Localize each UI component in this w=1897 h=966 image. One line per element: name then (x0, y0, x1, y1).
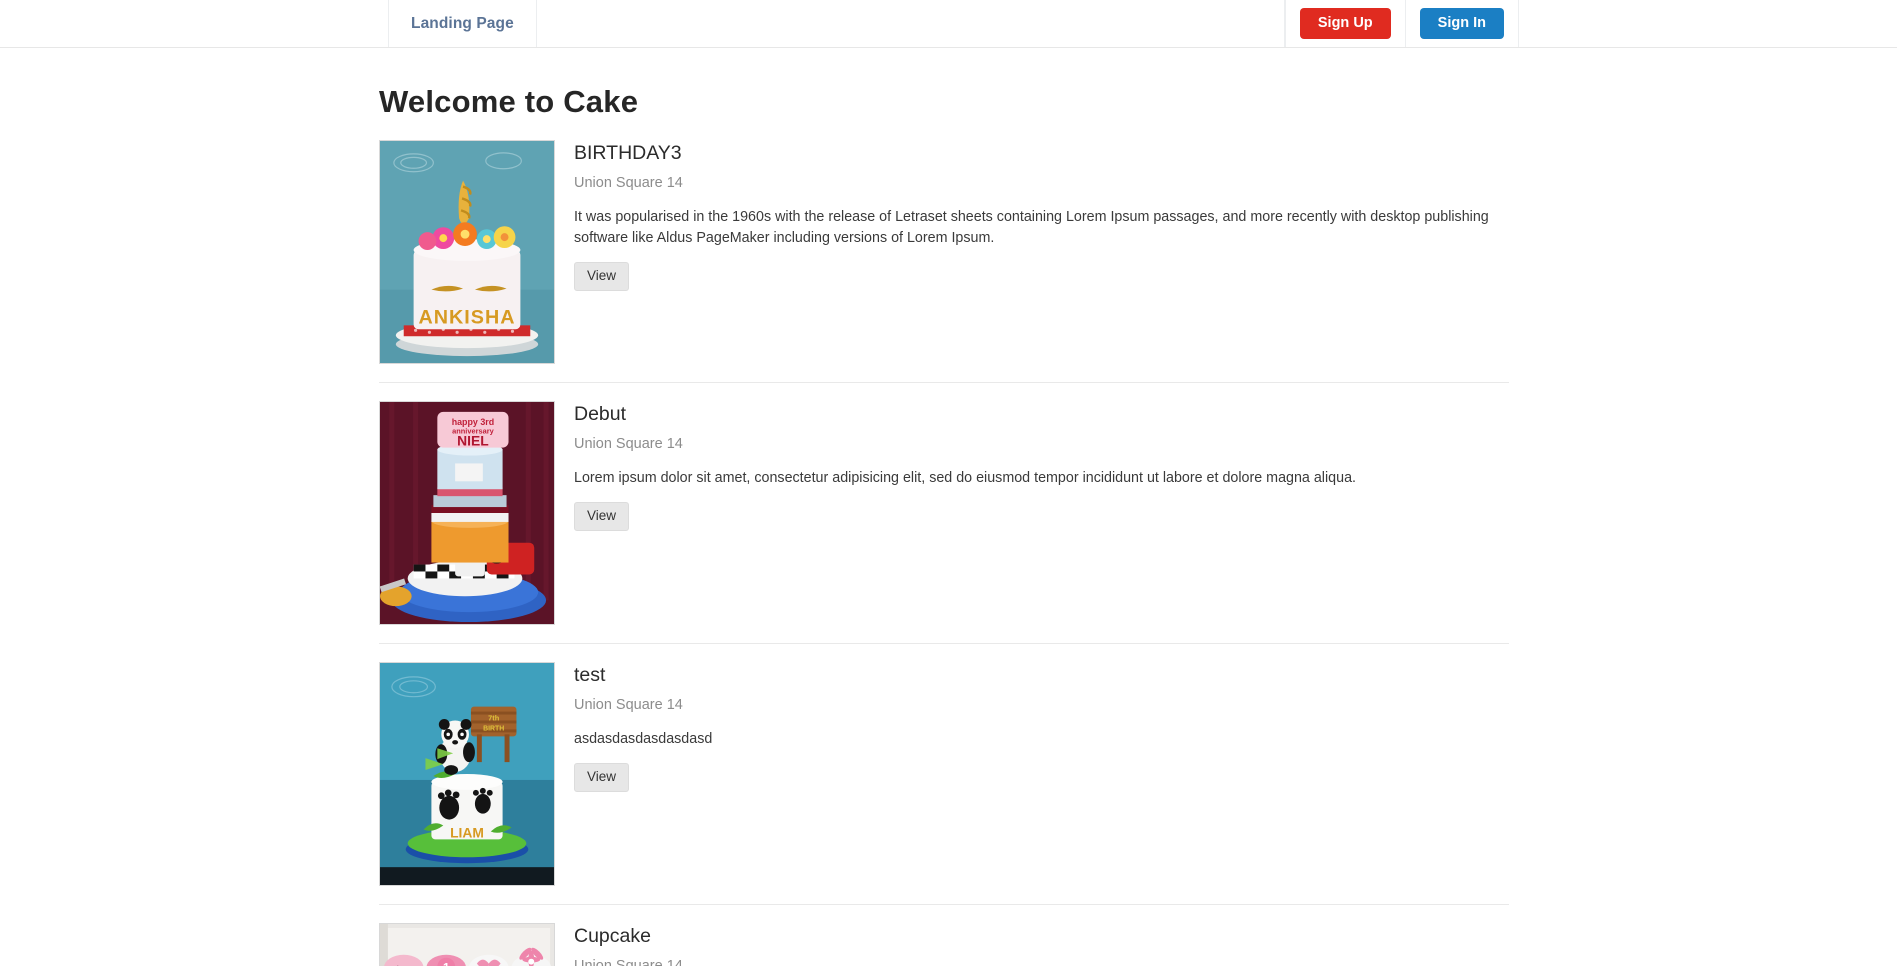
listing-location: Union Square 14 (574, 697, 683, 714)
svg-text:LIAM: LIAM (450, 824, 484, 840)
listing-body: BIRTHDAY3 Union Square 14 It was popular… (574, 140, 1509, 292)
sign-in-button[interactable]: Sign In (1419, 7, 1504, 40)
listing-title: test (574, 664, 606, 686)
signin-button-cell: Sign In (1406, 0, 1519, 47)
panda-cake-photo[interactable]: LIAM 7th BIRTH (379, 662, 555, 886)
sign-up-button[interactable]: Sign Up (1299, 7, 1391, 40)
pink-cupcakes-photo[interactable]: Anne 1 (379, 923, 555, 966)
listing-title: Debut (574, 403, 627, 425)
svg-text:NIEL: NIEL (457, 433, 489, 449)
listing-location: Union Square 14 (574, 175, 683, 192)
listing-body: test Union Square 14 asdasdasdasdasdasd … (574, 662, 1509, 793)
brand-link-landing-page[interactable]: Landing Page (411, 15, 514, 33)
page-body: Welcome to Cake ANKISHA BIRTHDAY3 Union … (0, 48, 1897, 966)
listing-location: Union Square 14 (574, 957, 1509, 966)
listing-location: Union Square 14 (574, 436, 683, 453)
listing-row-test: LIAM 7th BIRTH test Union Square 14 asda… (379, 662, 1509, 905)
listing-description: Lorem ipsum dolor sit amet, consectetur … (574, 470, 1356, 487)
svg-text:7th: 7th (488, 713, 500, 722)
view-button[interactable]: View (574, 261, 630, 292)
listing-body: Cupcake Union Square 14 Mini version of … (574, 923, 1509, 966)
unicorn-birthday-cake-photo[interactable]: ANKISHA (379, 140, 555, 364)
navbar-middle-region (537, 0, 1285, 47)
tiered-anniversary-cake-photo[interactable]: happy 3rd anniversary NIEL (379, 401, 555, 625)
brand-cell: Landing Page (388, 0, 537, 47)
svg-text:ANKISHA: ANKISHA (419, 306, 516, 328)
listing-row-debut: happy 3rd anniversary NIEL Debut Union S… (379, 401, 1509, 644)
content-container: Welcome to Cake ANKISHA BIRTHDAY3 Union … (379, 48, 1509, 966)
svg-text:BIRTH: BIRTH (483, 725, 504, 732)
signup-button-cell: Sign Up (1284, 0, 1406, 47)
view-button[interactable]: View (574, 763, 630, 793)
top-navbar: Landing Page Sign Up Sign In (0, 0, 1897, 48)
svg-text:happy 3rd: happy 3rd (452, 417, 494, 427)
listing-title: Cupcake (574, 925, 651, 947)
svg-text:1: 1 (443, 961, 450, 966)
page-title: Welcome to Cake (379, 84, 639, 119)
listing-row-birthday3: ANKISHA BIRTHDAY3 Union Square 14 It was… (379, 140, 1509, 383)
listing-title: BIRTHDAY3 (574, 142, 682, 164)
listing-body: Debut Union Square 14 Lorem ipsum dolor … (574, 401, 1509, 532)
view-button[interactable]: View (574, 502, 630, 532)
listing-row-cupcake: Anne 1 (379, 923, 1509, 966)
navbar-right-spacer (1519, 0, 1897, 47)
navbar-left-spacer (0, 0, 388, 47)
listing-description: It was popularised in the 1960s with the… (574, 209, 1489, 247)
cake-listing: ANKISHA BIRTHDAY3 Union Square 14 It was… (379, 140, 1509, 966)
navbar-actions: Sign Up Sign In (1284, 0, 1519, 47)
listing-description: asdasdasdasdasdasd (574, 731, 713, 748)
